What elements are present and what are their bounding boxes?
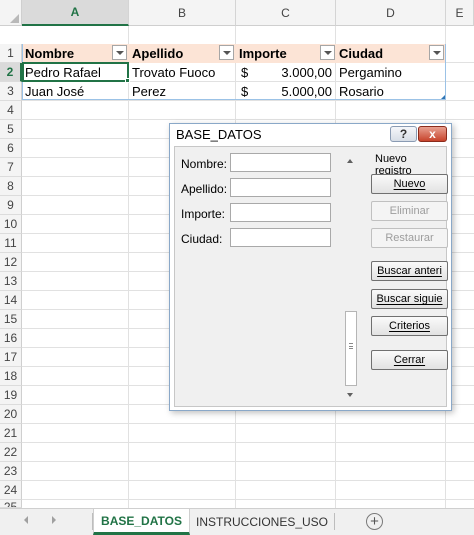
previous-sheet-icon[interactable] [24,516,28,524]
dialog-title: BASE_DATOS [176,127,262,142]
table-resize-handle[interactable] [441,95,445,99]
column-header-e[interactable]: E [446,0,474,26]
select-all-corner[interactable] [0,0,22,26]
filter-dropdown-icon[interactable] [112,45,127,60]
row-header-15[interactable]: 15 [0,310,22,329]
excel-window: A B C D E 1 2 3 4 5 6 7 8 9 10 11 12 13 … [0,0,474,535]
cerrar-button[interactable]: Cerrar [371,350,448,370]
nuevo-button[interactable]: Nuevo [371,174,448,194]
table-cell-importe[interactable]: 3.000,00 [236,63,336,82]
fill-handle[interactable] [125,78,130,83]
row-header-21[interactable]: 21 [0,424,22,443]
row-header-8[interactable]: 8 [0,177,22,196]
field-label-importe: Importe: [181,207,226,221]
row-header-12[interactable]: 12 [0,253,22,272]
column-header-b[interactable]: B [129,0,236,26]
row-header-9[interactable]: 9 [0,196,22,215]
row-header-16[interactable]: 16 [0,329,22,348]
row-header-13[interactable]: 13 [0,272,22,291]
question-mark-icon[interactable]: ? [390,126,417,142]
row-header-19[interactable]: 19 [0,386,22,405]
table-cell-importe[interactable]: 5.000,00 [236,82,336,101]
row-header-20[interactable]: 20 [0,405,22,424]
data-form-dialog: BASE_DATOS ? x Nombre: Apellido: Importe… [169,123,452,411]
ciudad-field[interactable] [230,228,331,247]
record-scrollbar[interactable] [344,155,357,401]
table-cell-apellido[interactable]: Perez [129,82,236,101]
filter-dropdown-icon[interactable] [429,45,444,60]
field-label-nombre: Nombre: [181,157,228,171]
eliminar-button: Eliminar [371,201,448,221]
column-header-c[interactable]: C [236,0,336,26]
close-icon[interactable]: x [418,126,447,142]
filter-dropdown-icon[interactable] [320,45,335,60]
filter-dropdown-icon[interactable] [219,45,234,60]
row-header-22[interactable]: 22 [0,443,22,462]
apellido-field[interactable] [230,178,331,197]
restaurar-button: Restaurar [371,228,448,248]
criterios-button[interactable]: Criterios [371,316,448,336]
field-label-ciudad: Ciudad: [181,232,223,246]
buscar-anterior-button[interactable]: Buscar anteri [371,261,448,281]
buscar-siguiente-button[interactable]: Buscar siguie [371,289,448,309]
table-cell-apellido[interactable]: Trovato Fuoco [129,63,236,82]
tab-base-datos[interactable]: BASE_DATOS [93,509,190,535]
row-header-10[interactable]: 10 [0,215,22,234]
plus-circle-icon[interactable]: + [366,513,383,530]
next-sheet-icon[interactable] [52,516,56,524]
table-cell-nombre[interactable]: Juan José [22,82,129,101]
field-label-apellido: Apellido: [181,182,228,196]
table-cell-ciudad[interactable]: Pergamino [336,63,446,82]
row-header-18[interactable]: 18 [0,367,22,386]
row-header-1[interactable]: 1 [0,44,22,63]
row-header-3[interactable]: 3 [0,82,22,101]
row-header-14[interactable]: 14 [0,291,22,310]
tab-instrucciones-uso[interactable]: INSTRUCCIONES_USO [192,509,332,535]
table-cell-ciudad[interactable]: Rosario [336,82,446,101]
importe-field[interactable] [230,203,331,222]
row-header-23[interactable]: 23 [0,462,22,481]
scroll-down-icon[interactable] [347,393,353,397]
row-header-6[interactable]: 6 [0,139,22,158]
row-header-2[interactable]: 2 [0,63,22,82]
row-header-24[interactable]: 24 [0,481,22,500]
column-header-a[interactable]: A [22,0,129,26]
row-header-4[interactable]: 4 [0,101,22,120]
column-header-d[interactable]: D [336,0,446,26]
table-cell-nombre[interactable]: Pedro Rafael [22,63,129,82]
row-header-17[interactable]: 17 [0,348,22,367]
scroll-thumb[interactable] [345,311,357,386]
scroll-up-icon[interactable] [347,159,353,163]
row-header-5[interactable]: 5 [0,120,22,139]
row-header-25[interactable]: 25 [0,500,22,508]
dialog-body: Nombre: Apellido: Importe: Ciudad: Nuevo… [174,146,448,407]
sheet-tab-bar: BASE_DATOS INSTRUCCIONES_USO + [0,508,474,535]
row-header-11[interactable]: 11 [0,234,22,253]
row-header-7[interactable]: 7 [0,158,22,177]
nombre-field[interactable] [230,153,331,172]
